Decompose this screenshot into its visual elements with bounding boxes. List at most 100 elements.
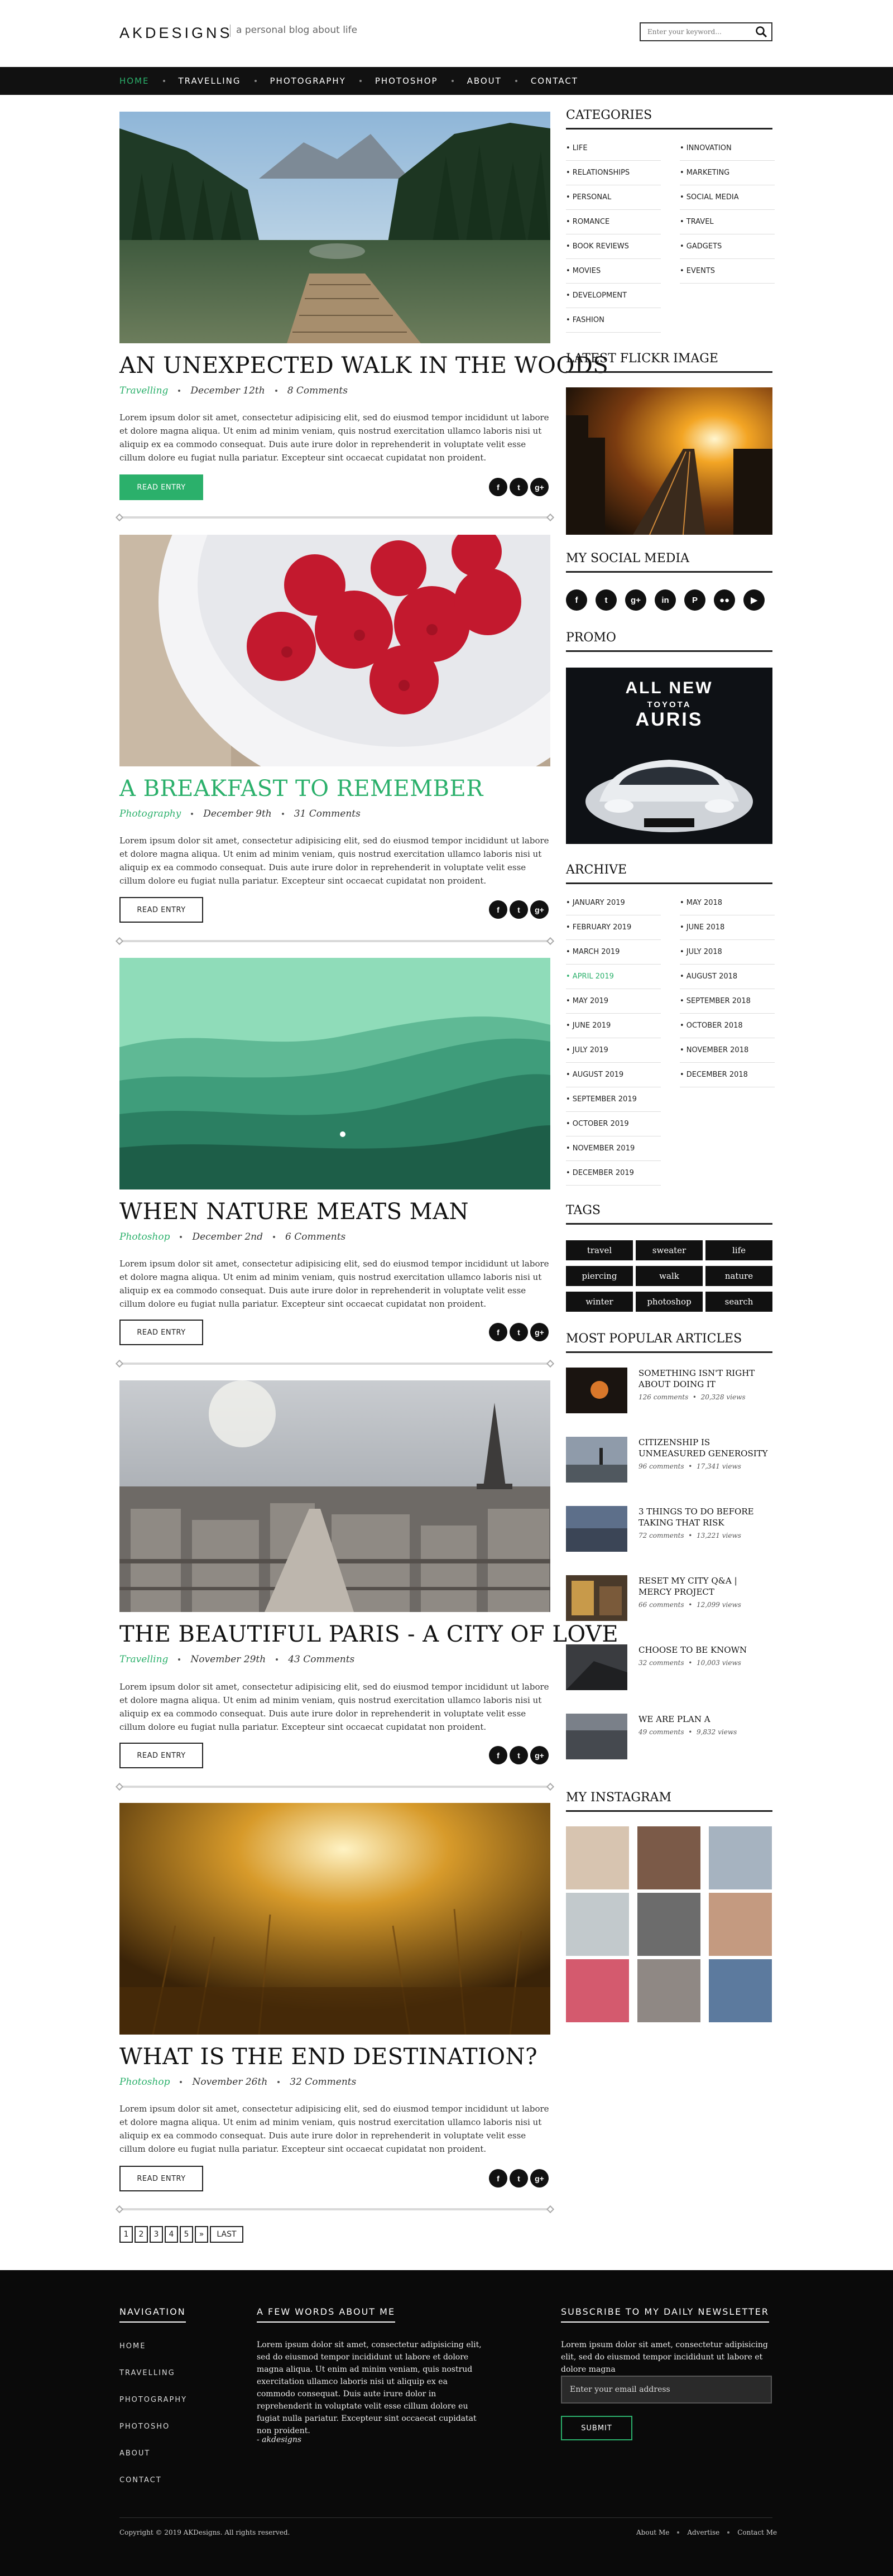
post-image-woods[interactable]: [119, 112, 550, 343]
tag[interactable]: life: [705, 1240, 772, 1260]
post-title[interactable]: A BREAKFAST TO REMEMBER: [119, 776, 483, 802]
archive-link[interactable]: • JULY 2018: [680, 940, 775, 965]
post-title[interactable]: WHAT IS THE END DESTINATION?: [119, 2044, 537, 2070]
article-title[interactable]: WE ARE PLAN A: [638, 1714, 737, 1725]
footer-nav-contact[interactable]: CONTACT: [119, 2476, 162, 2484]
category-link[interactable]: • DEVELOPMENT: [566, 284, 661, 308]
article-title[interactable]: RESET MY CITY Q&A | MERCY PROJECT: [638, 1575, 772, 1598]
post-comments[interactable]: 32 Comments: [290, 2076, 356, 2088]
googleplus-icon[interactable]: g+: [530, 2169, 549, 2188]
category-link[interactable]: • MARKETING: [680, 161, 775, 185]
category-link[interactable]: • EVENTS: [680, 259, 775, 284]
category-link[interactable]: • INNOVATION: [680, 136, 775, 161]
archive-link[interactable]: • FEBRUARY 2019: [566, 915, 661, 940]
footer-link-contact[interactable]: Contact Me: [737, 2529, 777, 2536]
archive-link[interactable]: • JANUARY 2019: [566, 891, 661, 915]
search-button[interactable]: [751, 23, 771, 40]
twitter-icon[interactable]: t: [510, 900, 528, 919]
page-4[interactable]: 4: [165, 2226, 178, 2243]
post-image-paris[interactable]: [119, 1380, 550, 1612]
twitter-icon[interactable]: t: [510, 1323, 528, 1341]
googleplus-icon[interactable]: g+: [530, 1323, 549, 1341]
post-comments[interactable]: 31 Comments: [294, 808, 361, 819]
instagram-photo[interactable]: [566, 1893, 629, 1956]
nav-about[interactable]: ABOUT: [467, 76, 502, 86]
archive-link[interactable]: • JULY 2019: [566, 1038, 661, 1063]
instagram-photo[interactable]: [637, 1893, 700, 1956]
tag[interactable]: sweater: [636, 1240, 703, 1260]
archive-link[interactable]: • AUGUST 2019: [566, 1063, 661, 1087]
googleplus-icon[interactable]: g+: [530, 900, 549, 919]
googleplus-icon[interactable]: g+: [530, 478, 549, 496]
post-category[interactable]: Photoshop: [119, 1231, 170, 1243]
category-link[interactable]: • PERSONAL: [566, 185, 661, 210]
archive-link[interactable]: • SEPTEMBER 2018: [680, 989, 775, 1014]
category-link[interactable]: • GADGETS: [680, 234, 775, 259]
popular-article[interactable]: RESET MY CITY Q&A | MERCY PROJECT 66 com…: [566, 1575, 772, 1621]
page-next[interactable]: »: [195, 2226, 208, 2243]
read-entry-button[interactable]: READ ENTRY: [119, 897, 203, 923]
tag[interactable]: piercing: [566, 1266, 633, 1286]
page-5[interactable]: 5: [180, 2226, 193, 2243]
read-entry-button[interactable]: READ ENTRY: [119, 474, 203, 500]
facebook-icon[interactable]: f: [489, 900, 507, 919]
linkedin-icon[interactable]: in: [655, 589, 676, 611]
tag[interactable]: search: [705, 1292, 772, 1312]
archive-link[interactable]: • DECEMBER 2018: [680, 1063, 775, 1087]
category-link[interactable]: • SOCIAL MEDIA: [680, 185, 775, 210]
twitter-icon[interactable]: t: [510, 2169, 528, 2188]
category-link[interactable]: • TRAVEL: [680, 210, 775, 234]
post-image-destination[interactable]: [119, 1803, 550, 2035]
article-title[interactable]: CITIZENSHIP IS UNMEASURED GENEROSITY: [638, 1437, 772, 1459]
youtube-icon[interactable]: ▶: [743, 589, 765, 611]
footer-nav-photoshop[interactable]: PHOTOSHO: [119, 2423, 170, 2431]
popular-article[interactable]: SOMETHING ISN'T RIGHT ABOUT DOING IT 126…: [566, 1368, 772, 1413]
tag[interactable]: winter: [566, 1292, 633, 1312]
newsletter-email-input[interactable]: Enter your email address: [561, 2376, 772, 2404]
post-image-nature[interactable]: [119, 958, 550, 1189]
archive-link[interactable]: • MARCH 2019: [566, 940, 661, 965]
category-link[interactable]: • MOVIES: [566, 259, 661, 284]
archive-link[interactable]: • OCTOBER 2019: [566, 1112, 661, 1136]
tag[interactable]: walk: [636, 1266, 703, 1286]
archive-link[interactable]: • NOVEMBER 2019: [566, 1136, 661, 1161]
post-image-breakfast[interactable]: [119, 535, 550, 766]
newsletter-submit-button[interactable]: SUBMIT: [561, 2416, 632, 2440]
facebook-icon[interactable]: f: [489, 2169, 507, 2188]
facebook-icon[interactable]: f: [566, 589, 587, 611]
instagram-photo[interactable]: [709, 1959, 772, 2022]
archive-link[interactable]: • JUNE 2019: [566, 1014, 661, 1038]
site-logo[interactable]: AKDESIGNS: [119, 25, 233, 42]
footer-nav-about[interactable]: ABOUT: [119, 2449, 150, 2458]
page-last[interactable]: LAST: [210, 2226, 243, 2243]
footer-nav-travelling[interactable]: TRAVELLING: [119, 2369, 175, 2377]
popular-article[interactable]: CITIZENSHIP IS UNMEASURED GENEROSITY 96 …: [566, 1437, 772, 1483]
facebook-icon[interactable]: f: [489, 478, 507, 496]
post-category[interactable]: Travelling: [119, 385, 168, 396]
article-title[interactable]: 3 THINGS TO DO BEFORE TAKING THAT RISK: [638, 1506, 772, 1528]
post-comments[interactable]: 8 Comments: [287, 385, 348, 396]
post-comments[interactable]: 6 Comments: [285, 1231, 345, 1243]
facebook-icon[interactable]: f: [489, 1323, 507, 1341]
archive-link[interactable]: • MAY 2018: [680, 891, 775, 915]
nav-travelling[interactable]: TRAVELLING: [179, 76, 241, 86]
post-category[interactable]: Photoshop: [119, 2076, 170, 2088]
post-title[interactable]: THE BEAUTIFUL PARIS - A CITY OF LOVE: [119, 1622, 618, 1647]
twitter-icon[interactable]: t: [510, 478, 528, 496]
category-link[interactable]: • BOOK REVIEWS: [566, 234, 661, 259]
archive-link[interactable]: • DECEMBER 2019: [566, 1161, 661, 1186]
search-input[interactable]: [641, 24, 751, 40]
instagram-photo[interactable]: [566, 1959, 629, 2022]
post-title[interactable]: AN UNEXPECTED WALK IN THE WOODS: [119, 353, 608, 378]
page-3[interactable]: 3: [150, 2226, 163, 2243]
tag[interactable]: photoshop: [636, 1292, 703, 1312]
popular-article[interactable]: WE ARE PLAN A 49 comments • 9,832 views: [566, 1714, 772, 1759]
archive-link[interactable]: • JUNE 2018: [680, 915, 775, 940]
nav-photography[interactable]: PHOTOGRAPHY: [270, 76, 346, 86]
read-entry-button[interactable]: READ ENTRY: [119, 1320, 203, 1345]
category-link[interactable]: • RELATIONSHIPS: [566, 161, 661, 185]
facebook-icon[interactable]: f: [489, 1746, 507, 1764]
popular-article[interactable]: 3 THINGS TO DO BEFORE TAKING THAT RISK 7…: [566, 1506, 772, 1552]
tag[interactable]: nature: [705, 1266, 772, 1286]
post-category[interactable]: Travelling: [119, 1654, 168, 1665]
